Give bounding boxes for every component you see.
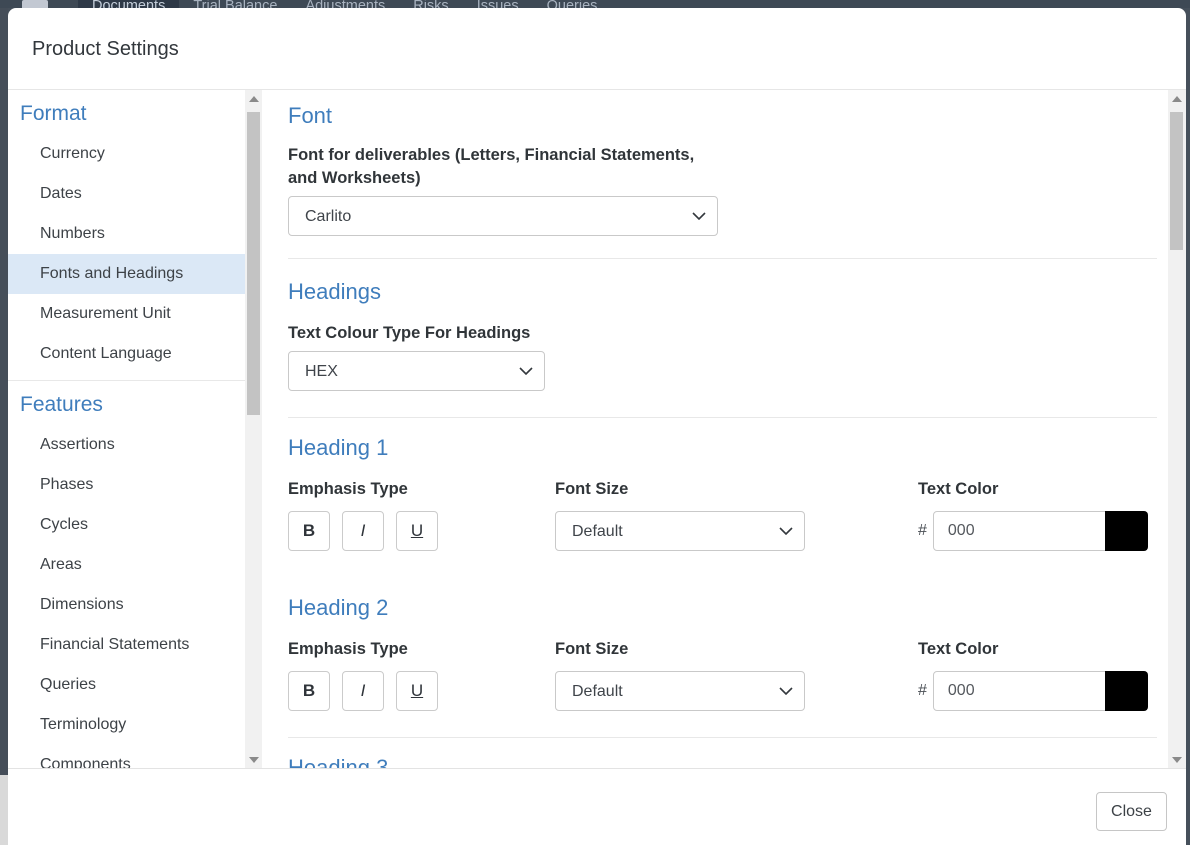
modal-body: Format Currency Dates Numbers Fonts and … <box>8 90 1186 768</box>
settings-content: Font Font for deliverables (Letters, Fin… <box>262 90 1186 768</box>
scroll-up-icon[interactable] <box>1168 90 1186 107</box>
backdrop-left <box>0 8 8 775</box>
section-divider <box>288 737 1157 738</box>
sidebar-item-queries[interactable]: Queries <box>8 665 245 705</box>
font-size-label: Font Size <box>555 478 918 501</box>
emphasis-type-label: Emphasis Type <box>288 638 555 661</box>
scroll-down-icon[interactable] <box>1168 751 1186 768</box>
sidebar-scrollbar[interactable] <box>245 90 262 768</box>
sidebar-item-dimensions[interactable]: Dimensions <box>8 585 245 625</box>
content-scrollbar[interactable] <box>1168 90 1186 768</box>
italic-button[interactable]: I <box>342 511 384 551</box>
text-color-label: Text Color <box>918 638 1148 661</box>
font-size-label: Font Size <box>555 638 918 661</box>
underline-button[interactable]: U <box>396 671 438 711</box>
emphasis-type-label: Emphasis Type <box>288 478 555 501</box>
sidebar-item-numbers[interactable]: Numbers <box>8 214 245 254</box>
sidebar-scrollbar-thumb[interactable] <box>247 112 260 415</box>
sidebar-item-cycles[interactable]: Cycles <box>8 505 245 545</box>
nav-tab-risks[interactable]: Risks <box>399 0 462 8</box>
section-divider <box>288 417 1157 418</box>
sidebar-item-areas[interactable]: Areas <box>8 545 245 585</box>
app-logo <box>22 0 48 8</box>
sidebar-section-format: Format <box>8 90 245 134</box>
settings-sidebar: Format Currency Dates Numbers Fonts and … <box>8 90 262 768</box>
sidebar-item-components[interactable]: Components <box>8 745 245 768</box>
heading2-color-swatch[interactable] <box>1105 671 1148 711</box>
font-deliverables-label: Font for deliverables (Letters, Financia… <box>288 144 728 190</box>
sidebar-item-content-language[interactable]: Content Language <box>8 334 245 374</box>
screen: Documents Trial Balance Adjustments Risk… <box>0 0 1190 845</box>
font-section-title: Font <box>288 102 1157 130</box>
hash-prefix: # <box>918 522 927 540</box>
product-settings-modal: Product Settings Format Currency Dates N… <box>8 8 1186 845</box>
sidebar-section-features: Features <box>8 381 245 425</box>
modal-header: Product Settings <box>8 8 1186 90</box>
app-top-nav: Documents Trial Balance Adjustments Risk… <box>0 0 1190 8</box>
heading2-color-input[interactable] <box>933 671 1106 711</box>
bold-button[interactable]: B <box>288 671 330 711</box>
heading1-color-input[interactable] <box>933 511 1106 551</box>
content-scrollbar-thumb[interactable] <box>1170 112 1183 250</box>
hash-prefix: # <box>918 682 927 700</box>
sidebar-item-assertions[interactable]: Assertions <box>8 425 245 465</box>
nav-tab-adjustments[interactable]: Adjustments <box>291 0 399 8</box>
deliverables-font-select[interactable]: Carlito <box>288 196 718 236</box>
nav-tab-documents[interactable]: Documents <box>78 0 179 8</box>
close-button[interactable]: Close <box>1096 792 1167 831</box>
heading2-row: Emphasis Type B I U Font Size Defau <box>288 638 1157 711</box>
scroll-up-icon[interactable] <box>245 90 262 107</box>
nav-tab-trial-balance[interactable]: Trial Balance <box>179 0 291 8</box>
sidebar-item-dates[interactable]: Dates <box>8 174 245 214</box>
sidebar-item-financial-statements[interactable]: Financial Statements <box>8 625 245 665</box>
section-divider <box>288 258 1157 259</box>
sidebar-item-phases[interactable]: Phases <box>8 465 245 505</box>
colour-type-label: Text Colour Type For Headings <box>288 322 1157 345</box>
heading2-title: Heading 2 <box>288 594 1157 622</box>
bold-button[interactable]: B <box>288 511 330 551</box>
text-color-label: Text Color <box>918 478 1148 501</box>
italic-button[interactable]: I <box>342 671 384 711</box>
heading3-title: Heading 3 <box>288 754 1157 768</box>
modal-footer: Close <box>8 768 1186 845</box>
heading1-row: Emphasis Type B I U Font Size Defau <box>288 478 1157 551</box>
modal-title: Product Settings <box>32 38 1186 61</box>
sidebar-item-terminology[interactable]: Terminology <box>8 705 245 745</box>
nav-tab-issues[interactable]: Issues <box>463 0 533 8</box>
heading1-color-swatch[interactable] <box>1105 511 1148 551</box>
sidebar-item-currency[interactable]: Currency <box>8 134 245 174</box>
backdrop-left-bottom <box>0 775 8 845</box>
heading1-font-size-select[interactable]: Default <box>555 511 805 551</box>
underline-button[interactable]: U <box>396 511 438 551</box>
sidebar-item-measurement-unit[interactable]: Measurement Unit <box>8 294 245 334</box>
nav-tab-queries[interactable]: Queries <box>533 0 612 8</box>
colour-type-select[interactable]: HEX <box>288 351 545 391</box>
scroll-down-icon[interactable] <box>245 751 262 768</box>
headings-section-title: Headings <box>288 278 1157 306</box>
heading2-font-size-select[interactable]: Default <box>555 671 805 711</box>
heading1-title: Heading 1 <box>288 434 1157 462</box>
sidebar-item-fonts-and-headings[interactable]: Fonts and Headings <box>8 254 245 294</box>
